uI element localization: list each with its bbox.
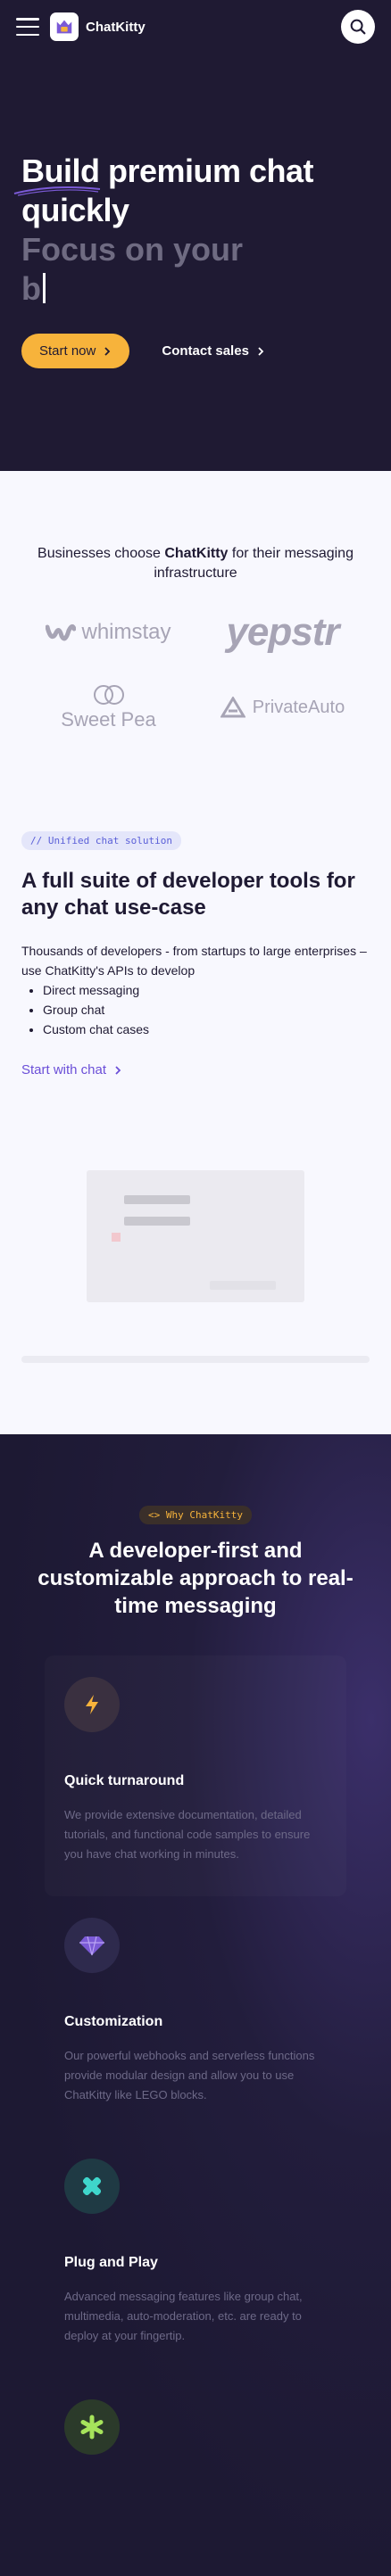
feature-text: Advanced messaging features like group c… bbox=[64, 2290, 303, 2342]
brand-name[interactable]: ChatKitty bbox=[86, 20, 146, 35]
suite-description: Thousands of developers - from startups … bbox=[21, 944, 367, 978]
contact-sales-label: Contact sales bbox=[162, 343, 249, 359]
customers-section: Businesses choose ChatKitty for their me… bbox=[0, 471, 391, 731]
private-auto-logo: PrivateAuto bbox=[196, 697, 370, 718]
feature-card: Customization Our powerful webhooks and … bbox=[45, 1896, 346, 2137]
chat-preview-image bbox=[87, 1170, 304, 1302]
list-item: Custom chat cases bbox=[43, 1020, 370, 1039]
features-list: Quick turnaround We provide extensive do… bbox=[0, 1655, 391, 2487]
feature-title: Plug and Play bbox=[64, 2255, 158, 2270]
start-with-chat-link[interactable]: Start with chat bbox=[21, 1062, 370, 1077]
puzzle-icon bbox=[64, 2159, 120, 2214]
feature-title: Customization bbox=[64, 2014, 163, 2029]
menu-icon[interactable] bbox=[16, 18, 39, 36]
hero-underline-decoration bbox=[13, 186, 101, 196]
chevron-right-icon bbox=[115, 1065, 121, 1075]
customer-logos: whimstay yepstr Sweet Pea PrivateAuto bbox=[21, 610, 370, 731]
hero-typed-line: Focus on your bbox=[21, 231, 244, 268]
yepstr-logo: yepstr bbox=[226, 610, 339, 654]
whimstay-logo: whimstay bbox=[21, 620, 196, 645]
chevron-right-icon bbox=[258, 346, 264, 356]
lightning-icon bbox=[64, 1677, 120, 1732]
asterisk-icon bbox=[64, 2399, 120, 2455]
why-title: A developer-first and customizable appro… bbox=[37, 1539, 354, 1618]
feature-card bbox=[45, 2378, 346, 2487]
hero-section: Build premium chat quickly Focus on your… bbox=[0, 0, 391, 471]
feature-card: Plug and Play Advanced messaging feature… bbox=[45, 2137, 346, 2378]
list-item: Group chat bbox=[43, 1000, 370, 1020]
feature-text: We provide extensive documentation, deta… bbox=[64, 1808, 311, 1861]
site-header: ChatKitty bbox=[0, 0, 391, 54]
hero-typed-partial: b bbox=[21, 269, 370, 309]
suite-section: // Unified chat solution A full suite of… bbox=[0, 731, 391, 1363]
chevron-right-icon bbox=[104, 346, 111, 356]
suite-title: A full suite of developer tools for any … bbox=[21, 869, 355, 920]
unified-chat-tag: // Unified chat solution bbox=[21, 831, 181, 850]
contact-sales-link[interactable]: Contact sales bbox=[162, 343, 265, 359]
search-button[interactable] bbox=[341, 10, 375, 44]
feature-text: Our powerful webhooks and serverless fun… bbox=[64, 2049, 315, 2101]
search-icon bbox=[350, 19, 366, 35]
chatkitty-logo[interactable] bbox=[50, 12, 79, 41]
why-section: <> Why ChatKitty A developer-first and c… bbox=[0, 1434, 391, 2576]
typed-partial-text: b bbox=[21, 270, 41, 307]
diamond-icon bbox=[64, 1918, 120, 1973]
start-now-label: Start now bbox=[39, 343, 96, 359]
list-item: Direct messaging bbox=[43, 980, 370, 1000]
sweet-pea-logo: Sweet Pea bbox=[21, 683, 196, 731]
feature-card: Quick turnaround We provide extensive do… bbox=[45, 1655, 346, 1896]
start-now-button[interactable]: Start now bbox=[21, 334, 130, 368]
feature-list: Direct messaging Group chat Custom chat … bbox=[21, 980, 370, 1039]
feature-title: Quick turnaround bbox=[64, 1773, 185, 1788]
text-caret bbox=[43, 273, 46, 303]
why-chatkitty-tag: <> Why ChatKitty bbox=[139, 1506, 252, 1524]
customers-heading: Businesses choose ChatKitty for their me… bbox=[37, 546, 354, 581]
start-with-chat-label: Start with chat bbox=[21, 1062, 107, 1077]
section-divider bbox=[21, 1356, 370, 1363]
